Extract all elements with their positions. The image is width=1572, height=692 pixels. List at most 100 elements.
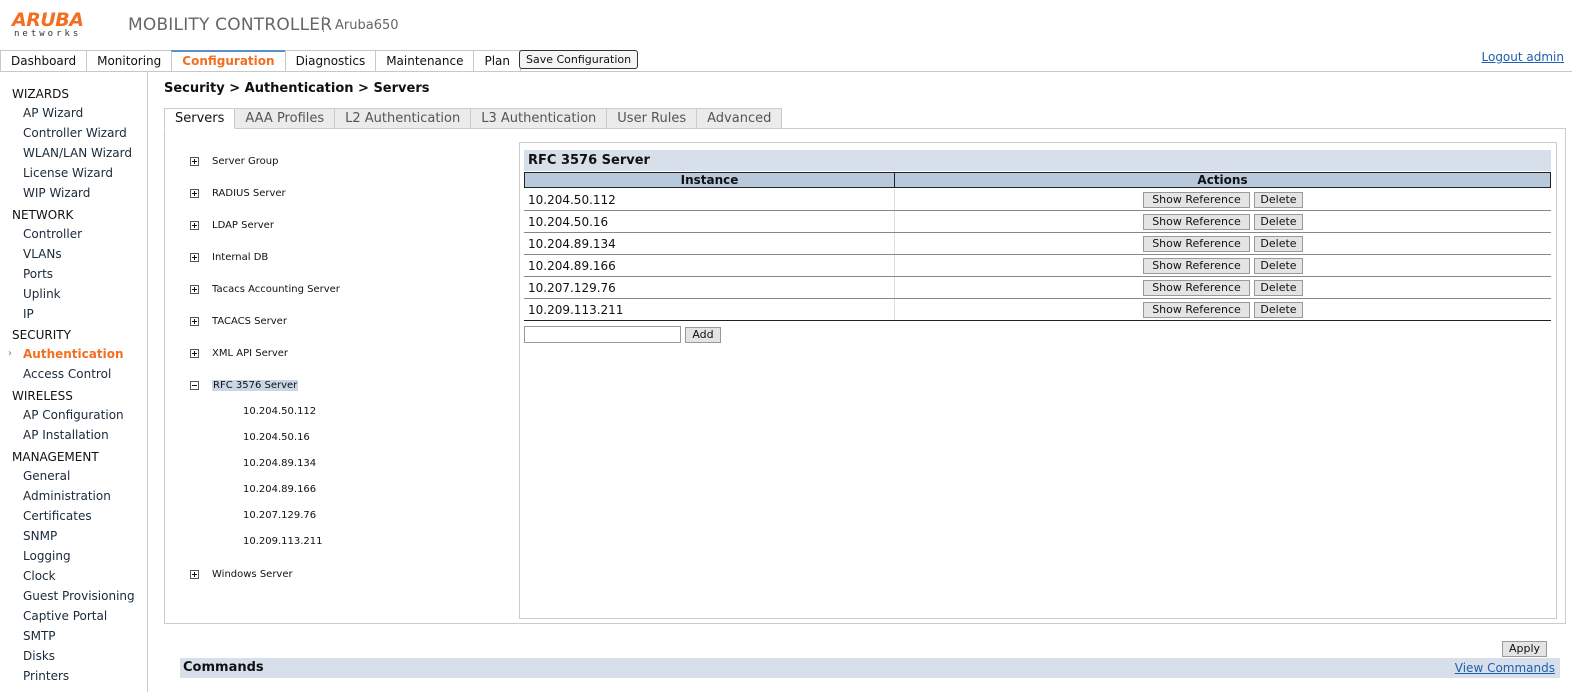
collapse-icon[interactable] <box>190 381 199 390</box>
expand-icon[interactable] <box>190 221 199 230</box>
tree-node-label[interactable]: RADIUS Server <box>212 188 286 199</box>
tree-node-label[interactable]: Server Group <box>212 156 278 167</box>
tree-child-rfc3576-4[interactable]: 10.204.89.166 <box>243 484 316 495</box>
tree-node-label[interactable]: Tacacs Accounting Server <box>212 284 340 295</box>
sidebar-item-certificates[interactable]: Certificates <box>23 509 92 523</box>
tree-node-windows-server[interactable]: Windows Server <box>190 569 293 580</box>
delete-button[interactable]: Delete <box>1254 214 1303 230</box>
sidebar-section-security: SECURITY <box>12 328 71 342</box>
tab-maintenance[interactable]: Maintenance <box>375 50 474 72</box>
column-divider <box>894 233 895 254</box>
tree-node-label[interactable]: RFC 3576 Server <box>212 380 299 391</box>
table-row: 10.204.89.134 Show Reference Delete <box>524 233 1551 255</box>
add-button[interactable]: Add <box>685 327 721 343</box>
show-reference-button[interactable]: Show Reference <box>1143 192 1250 208</box>
expand-icon[interactable] <box>190 570 199 579</box>
view-commands-link[interactable]: View Commands <box>1455 661 1555 675</box>
tab-servers[interactable]: Servers <box>164 108 236 129</box>
sidebar-item-access-control[interactable]: Access Control <box>23 367 111 381</box>
logo-main-text: ARUBA <box>12 9 84 31</box>
save-configuration-button[interactable]: Save Configuration <box>519 50 639 69</box>
commands-bar: Commands View Commands <box>180 658 1560 678</box>
sidebar-item-smtp[interactable]: SMTP <box>23 629 56 643</box>
app-title: MOBILITY CONTROLLER <box>128 15 333 35</box>
new-server-input[interactable] <box>524 326 681 343</box>
commands-title: Commands <box>183 660 264 675</box>
tab-l3-authentication[interactable]: L3 Authentication <box>471 108 608 129</box>
tab-monitoring[interactable]: Monitoring <box>86 50 172 72</box>
tree-node-tacacs-accounting-server[interactable]: Tacacs Accounting Server <box>190 284 340 295</box>
tree-node-label[interactable]: LDAP Server <box>212 220 274 231</box>
breadcrumb: Security > Authentication > Servers <box>164 81 430 96</box>
tab-configuration[interactable]: Configuration <box>171 50 285 72</box>
tree-node-label[interactable]: Windows Server <box>212 569 293 580</box>
expand-icon[interactable] <box>190 253 199 262</box>
tree-child-rfc3576-1[interactable]: 10.204.50.112 <box>243 406 316 417</box>
tab-l2-authentication[interactable]: L2 Authentication <box>335 108 472 129</box>
expand-icon[interactable] <box>190 349 199 358</box>
delete-button[interactable]: Delete <box>1254 280 1303 296</box>
sidebar-item-ap-wizard[interactable]: AP Wizard <box>23 106 83 120</box>
tree-node-ldap-server[interactable]: LDAP Server <box>190 220 274 231</box>
expand-icon[interactable] <box>190 317 199 326</box>
sidebar-item-vlans[interactable]: VLANs <box>23 247 62 261</box>
tree-node-label[interactable]: TACACS Server <box>212 316 287 327</box>
show-reference-button[interactable]: Show Reference <box>1143 214 1250 230</box>
tab-dashboard[interactable]: Dashboard <box>0 50 87 72</box>
sidebar-item-ap-configuration[interactable]: AP Configuration <box>23 408 124 422</box>
sidebar-section-network: NETWORK <box>12 208 74 222</box>
tree-node-xml-api-server[interactable]: XML API Server <box>190 348 288 359</box>
sidebar-item-wip-wizard[interactable]: WIP Wizard <box>23 186 90 200</box>
tree-child-rfc3576-6[interactable]: 10.209.113.211 <box>243 536 323 547</box>
sidebar-item-logging[interactable]: Logging <box>23 549 71 563</box>
expand-icon[interactable] <box>190 285 199 294</box>
tree-node-label[interactable]: XML API Server <box>212 348 288 359</box>
show-reference-button[interactable]: Show Reference <box>1143 258 1250 274</box>
logout-link[interactable]: Logout admin <box>1482 50 1565 64</box>
delete-button[interactable]: Delete <box>1254 302 1303 318</box>
delete-button[interactable]: Delete <box>1254 192 1303 208</box>
sidebar-item-license-wizard[interactable]: License Wizard <box>23 166 113 180</box>
tree-child-rfc3576-5[interactable]: 10.207.129.76 <box>243 510 316 521</box>
expand-icon[interactable] <box>190 189 199 198</box>
chevron-right-icon: › <box>8 348 12 359</box>
tab-diagnostics[interactable]: Diagnostics <box>284 50 376 72</box>
sidebar-item-controller-wizard[interactable]: Controller Wizard <box>23 126 127 140</box>
sidebar-item-ports[interactable]: Ports <box>23 267 53 281</box>
tree-node-internal-db[interactable]: Internal DB <box>190 252 268 263</box>
tree-child-rfc3576-2[interactable]: 10.204.50.16 <box>243 432 310 443</box>
expand-icon[interactable] <box>190 157 199 166</box>
sidebar-item-clock[interactable]: Clock <box>23 569 56 583</box>
sidebar-item-authentication[interactable]: Authentication <box>23 347 124 361</box>
tab-user-rules[interactable]: User Rules <box>607 108 698 129</box>
sidebar-item-wlan-lan-wizard[interactable]: WLAN/LAN Wizard <box>23 146 132 160</box>
sidebar-item-administration[interactable]: Administration <box>23 489 111 503</box>
sidebar-item-ip[interactable]: IP <box>23 307 34 321</box>
tree-node-rfc-3576-server[interactable]: RFC 3576 Server <box>190 380 299 391</box>
apply-button[interactable]: Apply <box>1502 641 1547 657</box>
sidebar-item-disks[interactable]: Disks <box>23 649 55 663</box>
tab-aaa-profiles[interactable]: AAA Profiles <box>235 108 336 129</box>
tree-node-server-group[interactable]: Server Group <box>190 156 278 167</box>
sidebar-item-guest-provisioning[interactable]: Guest Provisioning <box>23 589 135 603</box>
show-reference-button[interactable]: Show Reference <box>1143 302 1250 318</box>
tab-advanced[interactable]: Advanced <box>697 108 783 129</box>
tree-node-tacacs-server[interactable]: TACACS Server <box>190 316 287 327</box>
sidebar-item-general[interactable]: General <box>23 469 70 483</box>
sidebar-item-ap-installation[interactable]: AP Installation <box>23 428 109 442</box>
delete-button[interactable]: Delete <box>1254 258 1303 274</box>
sidebar-item-snmp[interactable]: SNMP <box>23 529 57 543</box>
show-reference-button[interactable]: Show Reference <box>1143 280 1250 296</box>
sidebar-item-printers[interactable]: Printers <box>23 669 69 683</box>
tree-node-radius-server[interactable]: RADIUS Server <box>190 188 286 199</box>
tree-child-rfc3576-3[interactable]: 10.204.89.134 <box>243 458 316 469</box>
tab-plan[interactable]: Plan <box>473 50 522 72</box>
delete-button[interactable]: Delete <box>1254 236 1303 252</box>
sub-tabs: Servers AAA Profiles L2 Authentication L… <box>164 108 783 129</box>
tree-node-label[interactable]: Internal DB <box>212 252 268 263</box>
table-row: 10.204.50.16 Show Reference Delete <box>524 211 1551 233</box>
show-reference-button[interactable]: Show Reference <box>1143 236 1250 252</box>
sidebar-item-captive-portal[interactable]: Captive Portal <box>23 609 107 623</box>
sidebar-item-controller[interactable]: Controller <box>23 227 82 241</box>
sidebar-item-uplink[interactable]: Uplink <box>23 287 61 301</box>
